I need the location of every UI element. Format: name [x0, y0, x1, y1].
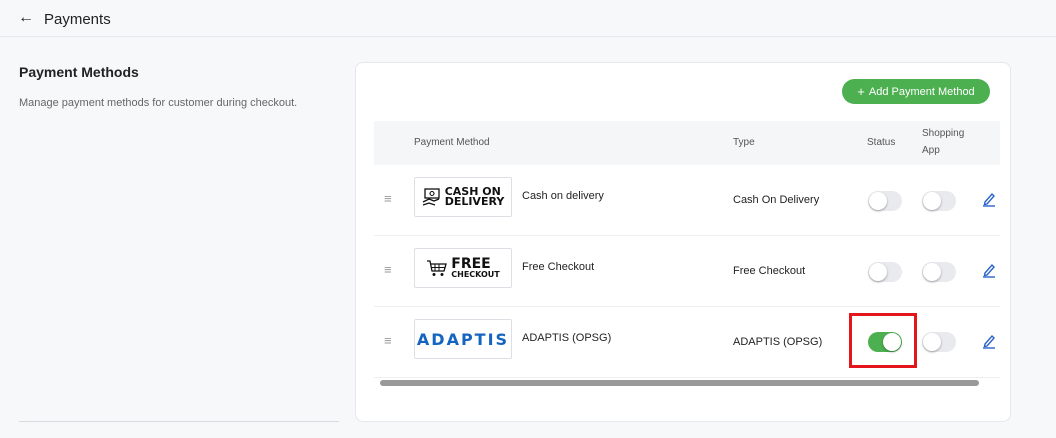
- edit-icon[interactable]: [982, 262, 996, 278]
- section-description: Manage payment methods for customer duri…: [19, 97, 298, 109]
- payment-method-name: ADAPTIS (OPSG): [522, 332, 612, 344]
- shopping-app-toggle[interactable]: [922, 191, 956, 211]
- horizontal-scrollbar[interactable]: [380, 380, 979, 386]
- shopping-app-toggle[interactable]: [922, 332, 956, 352]
- drag-handle-icon[interactable]: ≡: [384, 191, 392, 206]
- column-header-payment-method: Payment Method: [414, 137, 490, 148]
- add-payment-method-button[interactable]: + Add Payment Method: [842, 79, 990, 104]
- logo-text: ADAPTIS: [416, 329, 510, 349]
- section-divider: [19, 421, 339, 422]
- column-header-status: Status: [867, 137, 896, 148]
- column-header-type: Type: [733, 137, 755, 148]
- payment-method-name: Cash on delivery: [522, 190, 604, 202]
- add-payment-method-label: Add Payment Method: [868, 85, 975, 98]
- column-header-shopping-app-line2: App: [922, 145, 940, 156]
- plus-icon: +: [857, 84, 865, 99]
- row-divider: [374, 306, 1000, 307]
- drag-handle-icon[interactable]: ≡: [384, 262, 392, 277]
- logo-text-line2: DELIVERY: [444, 195, 505, 208]
- payment-method-name: Free Checkout: [522, 261, 595, 273]
- status-toggle[interactable]: [868, 191, 902, 211]
- highlight-box: [849, 313, 917, 368]
- cart-icon: [427, 260, 448, 276]
- adaptis-logo: ADAPTIS: [414, 319, 512, 359]
- cash-icon: [422, 188, 440, 206]
- logo-text-line1: FREE: [451, 255, 491, 272]
- payment-methods-card: [355, 62, 1011, 422]
- payment-method-type: Free Checkout: [733, 265, 806, 277]
- column-header-shopping-app: Shopping: [922, 128, 965, 139]
- cash-on-delivery-logo: CASH ON DELIVERY: [414, 177, 512, 217]
- top-bar: ← Payments: [0, 0, 1056, 37]
- payment-method-type: Cash On Delivery: [733, 194, 820, 206]
- row-divider: [374, 235, 1000, 236]
- arrow-left-icon[interactable]: ←: [18, 9, 34, 27]
- edit-icon[interactable]: [982, 333, 996, 349]
- logo-text-line2: CHECKOUT: [451, 269, 500, 279]
- edit-icon[interactable]: [982, 191, 996, 207]
- payment-method-type: ADAPTIS (OPSG): [733, 336, 823, 348]
- free-checkout-logo: FREE CHECKOUT: [414, 248, 512, 288]
- drag-handle-icon[interactable]: ≡: [384, 333, 392, 348]
- status-toggle[interactable]: [868, 262, 902, 282]
- shopping-app-toggle[interactable]: [922, 262, 956, 282]
- page-title: Payments: [44, 11, 111, 28]
- row-divider: [374, 377, 1000, 378]
- section-title: Payment Methods: [19, 64, 139, 80]
